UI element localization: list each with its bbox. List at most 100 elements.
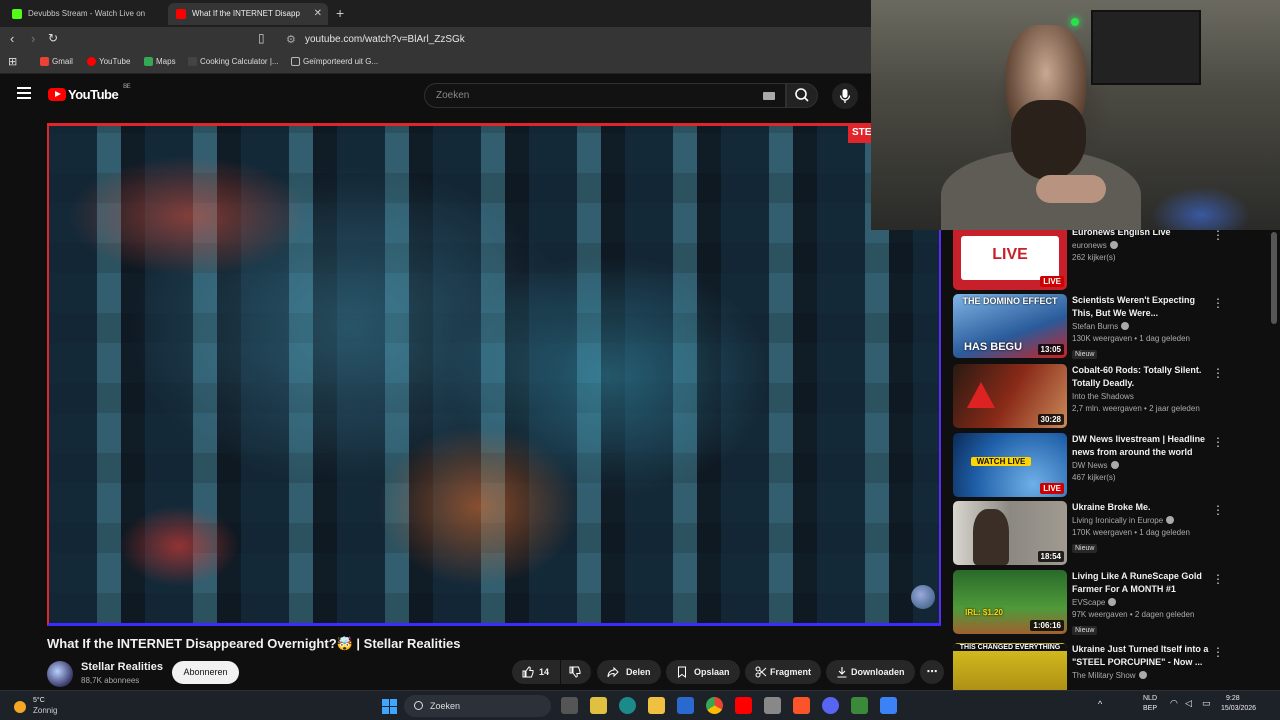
video-title[interactable]: Ukraine Just Turned Itself into a "STEEL… [1072, 643, 1212, 669]
forward-icon[interactable]: › [31, 31, 35, 46]
video-thumbnail[interactable]: WATCH LIVE LIVE [953, 433, 1067, 497]
wifi-icon[interactable]: ◠ [1170, 698, 1178, 709]
video-title[interactable]: DW News livestream | Headline news from … [1072, 433, 1212, 459]
video-thumbnail[interactable]: LIVE LIVE [953, 230, 1067, 290]
more-actions-icon[interactable]: ⋯ [920, 660, 944, 684]
more-options-icon[interactable]: ⋮ [1212, 435, 1224, 449]
apps-grid-icon[interactable]: ⊞ [8, 55, 17, 68]
channel-name[interactable]: Living Ironically in Europe [1072, 516, 1163, 525]
video-title[interactable]: Living Like A RuneScape Gold Farmer For … [1072, 570, 1212, 596]
widgets-icon[interactable] [590, 697, 607, 714]
chrome-icon[interactable] [706, 697, 723, 714]
recommended-video[interactable]: WATCH LIVE LIVE DW News livestream | Hea… [953, 433, 1224, 499]
channel-name[interactable]: Stefan Burns [1072, 322, 1118, 331]
video-title[interactable]: Scientists Weren't Expecting This, But W… [1072, 294, 1212, 320]
channel-name[interactable]: EVScape [1072, 598, 1105, 607]
channel-avatar[interactable] [47, 661, 73, 687]
recommended-video[interactable]: LIVE LIVE Euronews English Live euronews… [953, 230, 1224, 292]
cooking-icon [188, 57, 197, 66]
video-thumbnail[interactable]: THIS CHANGED EVERYTHING [953, 643, 1067, 690]
video-player[interactable] [47, 123, 941, 626]
mail-icon[interactable] [677, 697, 694, 714]
recommended-video[interactable]: 18:54 Ukraine Broke Me. Living Ironicall… [953, 501, 1224, 567]
video-thumbnail[interactable]: IRL: $1.20 1:06:16 [953, 570, 1067, 634]
bookmark-icon[interactable]: ▯ [258, 31, 265, 45]
search-input[interactable]: Zoeken [424, 83, 786, 108]
keyboard-icon[interactable] [763, 92, 775, 100]
game-icon[interactable] [851, 697, 868, 714]
voice-search-button[interactable] [832, 83, 858, 109]
recommended-video[interactable]: THIS CHANGED EVERYTHING Ukraine Just Tur… [953, 643, 1224, 690]
language-indicator[interactable]: NLD [1143, 695, 1157, 702]
video-thumbnail[interactable]: THE DOMINO EFFECT HAS BEGU 13:05 [953, 294, 1067, 358]
bookmark-label: Gmail [52, 57, 73, 66]
edge-icon[interactable] [619, 697, 636, 714]
calculator-icon[interactable] [764, 697, 781, 714]
thumbs-down-icon [569, 666, 581, 678]
site-info-icon[interactable]: ⚙ [286, 30, 296, 50]
file-explorer-icon[interactable] [648, 697, 665, 714]
channel-watermark-icon[interactable] [911, 585, 935, 609]
bookmark-imported-folder[interactable]: Geïmporteerd uit G... [291, 57, 378, 66]
more-options-icon[interactable]: ⋮ [1212, 230, 1224, 242]
video-thumbnail[interactable]: 18:54 [953, 501, 1067, 565]
bookmark-maps[interactable]: Maps [144, 57, 176, 66]
bookmark-gmail[interactable]: Gmail [40, 57, 73, 66]
youtube-app-icon[interactable] [735, 697, 752, 714]
taskbar-search[interactable]: Zoeken [404, 695, 551, 717]
clip-button[interactable]: Fragment [745, 660, 821, 684]
brave-icon[interactable] [793, 697, 810, 714]
recommended-video[interactable]: IRL: $1.20 1:06:16 Living Like A RuneSca… [953, 570, 1224, 636]
windows-start-icon[interactable] [382, 699, 397, 714]
recommended-video[interactable]: 30:28 Cobalt-60 Rods: Totally Silent. To… [953, 364, 1224, 430]
clock-time[interactable]: 9:28 [1226, 695, 1240, 702]
video-thumbnail[interactable]: 30:28 [953, 364, 1067, 428]
more-options-icon[interactable]: ⋮ [1212, 645, 1224, 659]
microphone-icon [839, 89, 851, 103]
volume-icon[interactable]: ◁ [1185, 698, 1192, 709]
recommended-video[interactable]: THE DOMINO EFFECT HAS BEGU 13:05 Scienti… [953, 294, 1224, 360]
thumbnail-text: THIS CHANGED EVERYTHING [953, 644, 1067, 651]
channel-name[interactable]: Into the Shadows [1072, 392, 1134, 401]
clock-date[interactable]: 15/03/2026 [1221, 705, 1256, 712]
video-title[interactable]: Ukraine Broke Me. [1072, 501, 1212, 514]
tray-overflow-icon[interactable]: ^ [1098, 699, 1102, 709]
address-bar[interactable]: ⚙ youtube.com/watch?v=BlArl_ZzSGk [280, 30, 870, 50]
keyboard-layout-indicator[interactable]: BEP [1143, 705, 1157, 712]
kick-icon [12, 9, 22, 19]
more-options-icon[interactable]: ⋮ [1212, 296, 1224, 310]
task-view-icon[interactable] [561, 697, 578, 714]
search-button[interactable] [786, 83, 818, 108]
back-icon[interactable]: ‹ [10, 31, 14, 46]
discord-icon[interactable] [822, 697, 839, 714]
video-title[interactable]: Cobalt-60 Rods: Totally Silent. Totally … [1072, 364, 1212, 390]
download-button[interactable]: Downloaden [826, 660, 915, 684]
tab-youtube-video[interactable]: What If the INTERNET Disapp ✕ [168, 3, 328, 25]
hamburger-menu-icon[interactable] [17, 87, 31, 102]
bookmark-youtube[interactable]: YouTube [87, 57, 130, 66]
more-options-icon[interactable]: ⋮ [1212, 366, 1224, 380]
bookmark-cooking-calculator[interactable]: Cooking Calculator |... [188, 57, 279, 66]
app-icon[interactable] [880, 697, 897, 714]
youtube-logo[interactable]: YouTube BE [48, 84, 131, 102]
tab-devubbs[interactable]: Devubbs Stream - Watch Live on [4, 3, 164, 25]
channel-name[interactable]: euronews [1072, 241, 1107, 250]
save-button[interactable]: Opslaan [666, 660, 740, 684]
more-options-icon[interactable]: ⋮ [1212, 572, 1224, 586]
reload-icon[interactable]: ↻ [48, 31, 58, 45]
video-title[interactable]: Euronews English Live [1072, 230, 1212, 239]
channel-name-link[interactable]: Stellar Realities [81, 661, 163, 673]
dislike-button[interactable] [561, 660, 591, 684]
sidebar-scrollbar[interactable] [1271, 232, 1277, 324]
channel-name[interactable]: The Military Show [1072, 671, 1136, 680]
battery-icon[interactable]: ▭ [1202, 698, 1211, 709]
close-tab-icon[interactable]: ✕ [314, 3, 322, 25]
more-options-icon[interactable]: ⋮ [1212, 503, 1224, 517]
maps-icon [144, 57, 153, 66]
new-tab-icon[interactable]: + [336, 5, 344, 21]
like-button[interactable]: 14 [512, 660, 560, 684]
subscribe-button[interactable]: Abonneren [172, 661, 239, 684]
person-figure [973, 509, 1009, 565]
share-button[interactable]: Delen [597, 660, 661, 684]
channel-name[interactable]: DW News [1072, 461, 1108, 470]
